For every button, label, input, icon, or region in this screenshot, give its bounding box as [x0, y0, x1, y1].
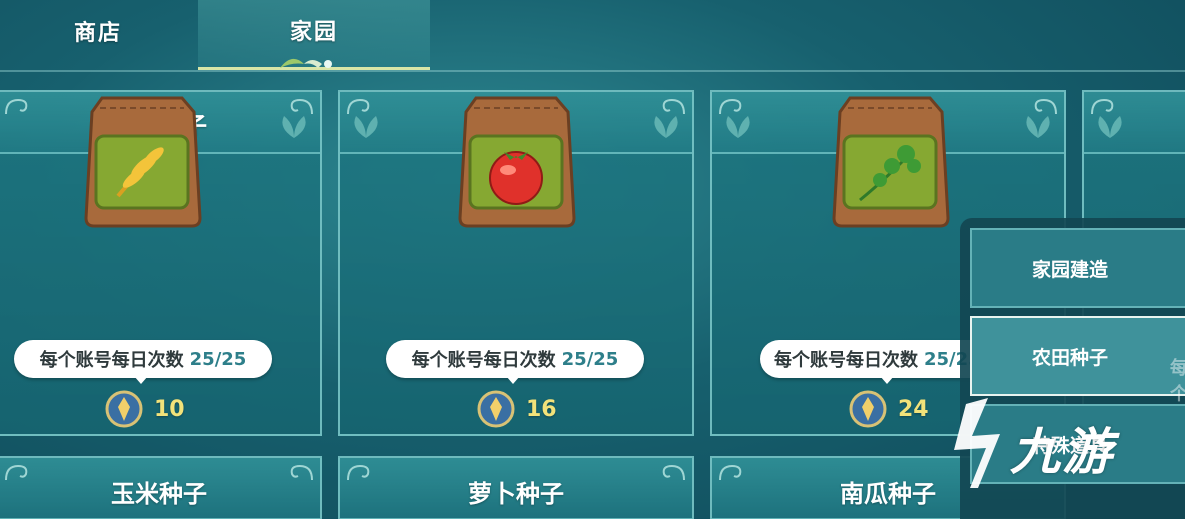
tab-bar: 商店 家园 [0, 0, 1185, 72]
daily-limit-count: 25/25 [189, 348, 247, 370]
currency-coin-icon [849, 390, 887, 428]
card-title: 玉米种子 [111, 480, 207, 508]
price: 16 [476, 389, 557, 429]
badge-pointer [134, 376, 148, 384]
wheat-seed-bag-icon [84, 96, 202, 228]
price: 10 [104, 389, 185, 429]
daily-limit-badge: 每个账号每日次数 25/25 [386, 340, 644, 378]
menu-item-farm-seeds[interactable]: 农田种子 [970, 316, 1185, 396]
price: 24 [848, 389, 929, 429]
leaf-ornament-icon [280, 58, 332, 68]
price-value: 10 [154, 396, 185, 422]
badge-pointer [880, 376, 894, 384]
tab-shop[interactable]: 商店 [0, 0, 196, 70]
seed-card-corn[interactable]: 玉米种子 [0, 456, 322, 519]
price-value: 24 [898, 396, 929, 422]
menu-item-home-building[interactable]: 家园建造 [970, 228, 1185, 308]
daily-limit-badge: 每个账号每日次数 25/25 [14, 340, 272, 378]
watermark-text: 九游 [1010, 423, 1114, 481]
daily-limit-label: 每个账号每日次数 [411, 350, 556, 371]
card-header: 萝卜种子 [340, 458, 692, 519]
tomato-seed-bag-icon [458, 96, 576, 228]
badge-pointer [506, 376, 520, 384]
card-title: 萝卜种子 [468, 480, 564, 508]
cilantro-seed-bag-icon [832, 96, 950, 228]
price-value: 16 [526, 396, 557, 422]
daily-limit-label: 每个账号每日次数 [774, 350, 918, 371]
daily-limit-count: 25/25 [561, 348, 619, 370]
card-header [1084, 92, 1185, 154]
currency-coin-icon [105, 390, 143, 428]
tab-divider [0, 70, 1185, 72]
leaf-decoration-icon [1098, 116, 1122, 138]
daily-limit-label: 每个账号每日次数 [39, 350, 184, 371]
seed-card-radish[interactable]: 萝卜种子 [338, 456, 694, 519]
partial-limit-label: 每个 [1170, 358, 1185, 405]
currency-coin-icon [477, 390, 515, 428]
card-header: 玉米种子 [0, 458, 320, 519]
